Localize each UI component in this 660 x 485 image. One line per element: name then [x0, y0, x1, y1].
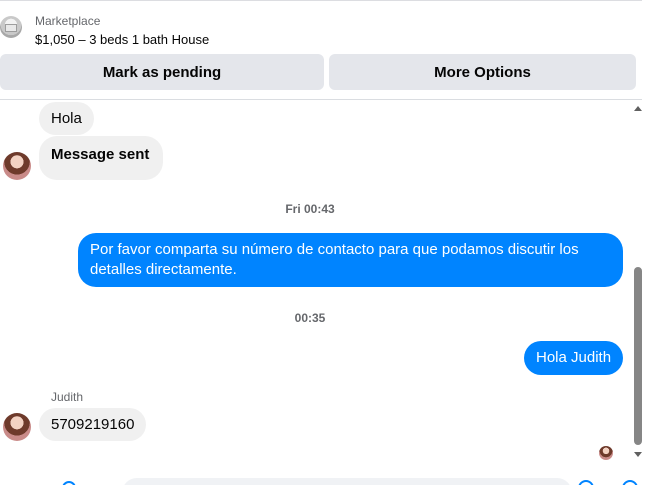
read-receipt-avatar — [599, 446, 613, 460]
scrollbar[interactable] — [633, 100, 642, 462]
scroll-up-icon[interactable] — [634, 106, 642, 111]
avatar[interactable] — [3, 413, 31, 441]
outgoing-message: Hola Judith — [524, 341, 624, 375]
timestamp: 00:35 — [294, 311, 326, 325]
window-top-border — [0, 0, 642, 4]
timestamp: Fri 00:43 — [285, 202, 335, 216]
incoming-message: Hola — [39, 102, 94, 135]
incoming-message: Message sent — [39, 136, 164, 180]
composer-bar — [0, 474, 642, 485]
scroll-down-icon[interactable] — [634, 452, 642, 457]
house-icon — [5, 24, 17, 32]
emoji-icon[interactable] — [578, 480, 594, 485]
outgoing-message: Por favor comparta su número de contacto… — [78, 233, 623, 287]
like-icon[interactable] — [622, 480, 638, 485]
scroll-thumb[interactable] — [634, 267, 642, 445]
listing-thumbnail — [0, 16, 22, 38]
mark-as-pending-button[interactable]: Mark as pending — [0, 54, 324, 90]
message-input[interactable] — [122, 478, 572, 485]
listing-title[interactable]: $1,050 – 3 beds 1 bath House — [35, 32, 209, 47]
incoming-message: 5709219160 — [39, 408, 147, 441]
more-options-button[interactable]: More Options — [329, 54, 636, 90]
sender-name: Judith — [51, 390, 84, 404]
message-thread[interactable]: Hola Message sent Fri 00:43 Por favor co… — [0, 100, 630, 472]
add-icon[interactable] — [62, 481, 76, 485]
avatar[interactable] — [3, 152, 31, 180]
listing-source: Marketplace — [35, 14, 101, 28]
listing-header[interactable]: Marketplace $1,050 – 3 beds 1 bath House — [0, 10, 642, 50]
